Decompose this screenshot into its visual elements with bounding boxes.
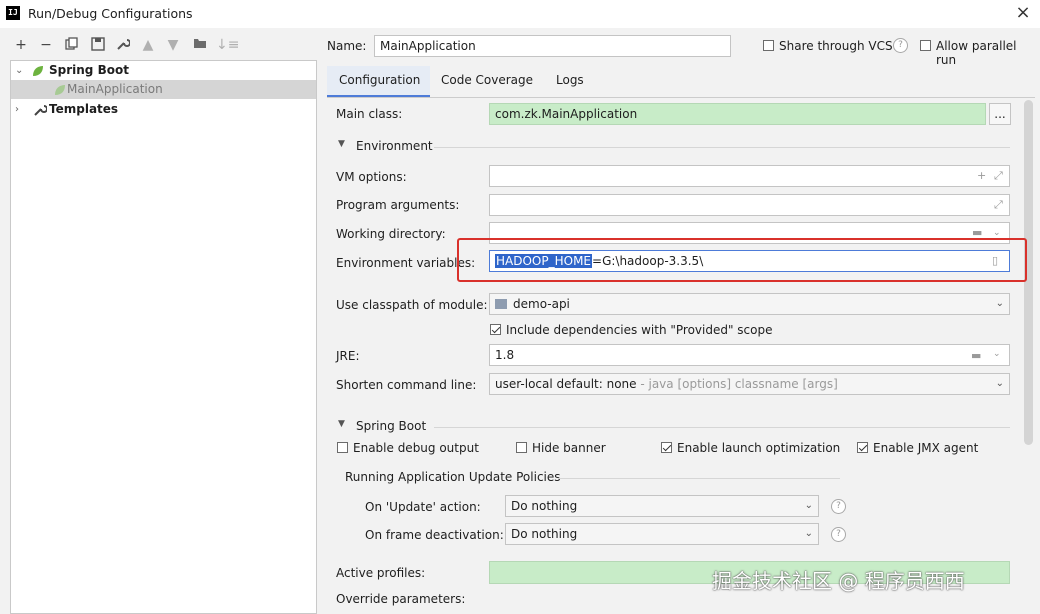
jre-input[interactable]: 1.8 [489,344,1010,366]
hide-banner-checkbox[interactable] [516,442,527,453]
launch-optimization-label: Enable launch optimization [677,441,841,455]
jmx-agent-checkbox[interactable] [857,442,868,453]
jre-label: JRE: [336,349,360,363]
main-class-input[interactable]: com.zk.MainApplication [489,103,986,125]
chevron-down-icon: ⌄ [804,528,813,539]
shorten-command-label: Shorten command line: [336,378,477,392]
program-arguments-label: Program arguments: [336,198,460,212]
remove-icon[interactable]: − [38,37,54,53]
section-divider [558,478,840,479]
update-action-value: Do nothing [511,499,578,513]
launch-optimization-checkbox[interactable] [661,442,672,453]
spring-boot-section-title: Spring Boot [356,419,427,433]
name-label: Name: [327,39,367,53]
sort-icon[interactable]: ↓≡ [216,37,239,53]
browse-button[interactable]: ... [989,103,1011,125]
update-policies-title: Running Application Update Policies [345,470,561,484]
folder-icon[interactable] [192,37,208,53]
module-icon [495,299,507,309]
tree-label: Spring Boot [49,63,129,77]
shorten-command-select[interactable]: user-local default: none - java [options… [489,373,1010,395]
chevron-down-icon: ⌄ [995,378,1004,389]
tree-label: MainApplication [67,82,163,96]
tab-logs[interactable]: Logs [556,73,584,87]
expand-icon[interactable]: ⤢ [994,195,1003,215]
hide-banner-label: Hide banner [532,441,606,455]
intellij-logo-icon: IJ [6,6,20,20]
spring-boot-icon [55,85,65,95]
shorten-hint: - java [options] classname [args] [636,377,838,391]
program-arguments-input[interactable]: ⤢ [489,194,1010,216]
debug-output-label: Enable debug output [353,441,479,455]
tab-label: Configuration [339,73,421,87]
add-icon[interactable]: + [13,37,29,53]
chevron-down-icon: ⌄ [995,298,1004,309]
section-divider [434,427,1010,428]
section-divider [434,147,1010,148]
tab-divider [327,97,1035,98]
override-parameters-label: Override parameters: [336,592,466,606]
classpath-module-label: Use classpath of module: [336,298,488,312]
vm-options-input[interactable]: + ⤢ [489,165,1010,187]
debug-output-checkbox[interactable] [337,442,348,453]
frame-deactivation-label: On frame deactivation: [365,528,504,542]
tree-item-templates[interactable]: › Templates [11,100,316,119]
folder-icon[interactable]: ▬ [971,349,981,362]
tab-code-coverage[interactable]: Code Coverage [441,73,533,87]
wrench-icon [34,105,47,116]
tree-item-mainapplication[interactable]: MainApplication [11,80,316,99]
share-vcs-checkbox[interactable] [763,40,774,51]
chevron-down-icon[interactable]: ⌄ [993,349,1001,359]
tree-item-spring-boot[interactable]: ⌄ Spring Boot [11,61,316,80]
environment-variables-label: Environment variables: [336,256,476,270]
spring-boot-icon [33,66,43,76]
chevron-down-icon: ⌄ [804,500,813,511]
tree-label: Templates [49,102,119,116]
close-icon[interactable]: × [1014,3,1032,23]
allow-parallel-label: Allow parallel run [936,39,1017,67]
allow-parallel-checkbox[interactable] [920,40,931,51]
main-class-label: Main class: [336,107,403,121]
update-action-label: On 'Update' action: [365,500,481,514]
shorten-value: user-local default: none [495,377,637,391]
help-icon[interactable]: ? [831,499,846,514]
jmx-agent-label: Enable JMX agent [873,441,979,455]
module-select[interactable]: demo-api ⌄ [489,293,1010,315]
environment-section-title: Environment [356,139,433,153]
move-up-icon[interactable]: ▲ [140,37,156,53]
window-title: Run/Debug Configurations [28,6,193,21]
collapse-arrow-icon[interactable]: ▼ [338,419,345,429]
move-down-icon[interactable]: ▼ [165,37,181,53]
chevron-right-icon[interactable]: › [15,100,19,119]
collapse-arrow-icon[interactable]: ▼ [338,139,345,149]
update-action-select[interactable]: Do nothing ⌄ [505,495,819,517]
watermark-text: 掘金技术社区 @ 程序员西西 [712,569,965,593]
name-input[interactable]: MainApplication [374,35,731,57]
help-icon[interactable]: ? [831,527,846,542]
working-directory-label: Working directory: [336,227,446,241]
share-vcs-label: Share through VCS [779,39,893,53]
include-deps-checkbox[interactable] [490,324,501,335]
configuration-tree[interactable]: ⌄ Spring Boot MainApplication › Template… [10,60,317,614]
tab-configuration[interactable]: Configuration [327,66,430,97]
add-icon[interactable]: + [977,166,986,186]
include-deps-label: Include dependencies with "Provided" sco… [506,323,773,337]
chevron-down-icon[interactable]: ⌄ [15,61,23,80]
expand-icon[interactable]: ⤢ [994,166,1003,186]
vm-options-label: VM options: [336,170,407,184]
copy-icon[interactable] [64,37,80,53]
frame-deactivation-value: Do nothing [511,527,578,541]
module-value: demo-api [513,297,570,311]
highlight-box [457,238,1027,282]
frame-deactivation-select[interactable]: Do nothing ⌄ [505,523,819,545]
wrench-icon[interactable] [115,37,131,53]
active-profiles-label: Active profiles: [336,566,426,580]
help-icon[interactable]: ? [893,38,908,53]
save-icon[interactable] [90,37,106,53]
